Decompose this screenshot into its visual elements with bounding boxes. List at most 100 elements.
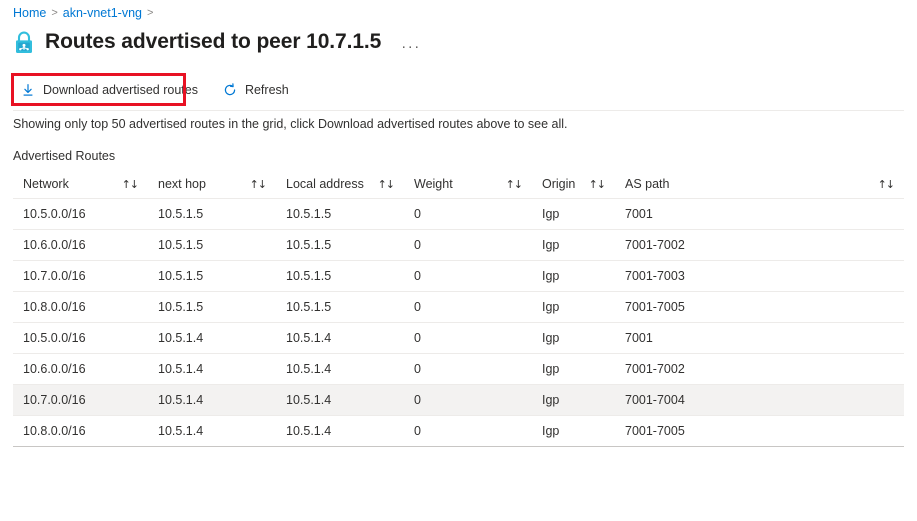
cell-local_address: 10.5.1.5 xyxy=(276,260,404,292)
cell-as_path: 7001-7004 xyxy=(615,384,815,416)
table-row[interactable]: 10.5.0.0/16 10.5.1.4 10.5.1.4 0 Igp 7001 xyxy=(13,322,904,354)
column-header-weight[interactable]: Weight ↑↓ xyxy=(404,170,532,199)
column-header-local-address-label: Local address xyxy=(286,177,364,191)
cell-as_path: 7001 xyxy=(615,322,815,354)
cell-weight: 0 xyxy=(404,322,532,354)
table-row[interactable]: 10.6.0.0/16 10.5.1.4 10.5.1.4 0 Igp 7001-7002 xyxy=(13,353,904,385)
cell-next_hop: 10.5.1.4 xyxy=(148,353,276,385)
cell-next_hop: 10.5.1.5 xyxy=(148,291,276,323)
cell-origin: Igp xyxy=(532,353,615,385)
cell-next_hop: 10.5.1.4 xyxy=(148,322,276,354)
cell-spacer xyxy=(815,291,904,323)
cell-local_address: 10.5.1.5 xyxy=(276,291,404,323)
cell-origin: Igp xyxy=(532,198,615,230)
command-bar: Download advertised routes Refresh xyxy=(13,78,917,102)
sort-arrows-icon-as-path: ↑↓ xyxy=(877,177,895,191)
table-row[interactable]: 10.7.0.0/16 10.5.1.5 10.5.1.5 0 Igp 7001-7003 xyxy=(13,260,904,292)
cell-network: 10.8.0.0/16 xyxy=(13,291,148,323)
breadcrumb-separator-icon-2: > xyxy=(147,7,154,19)
cell-local_address: 10.5.1.4 xyxy=(276,415,404,447)
refresh-button[interactable]: Refresh xyxy=(215,78,299,102)
column-header-origin-label: Origin xyxy=(542,177,576,191)
cell-local_address: 10.5.1.4 xyxy=(276,384,404,416)
cell-weight: 0 xyxy=(404,198,532,230)
table-row[interactable]: 10.8.0.0/16 10.5.1.5 10.5.1.5 0 Igp 7001-7005 xyxy=(13,291,904,323)
breadcrumb: Home > akn-vnet1-vng > xyxy=(13,5,153,21)
column-header-network-label: Network xyxy=(23,177,69,191)
cell-network: 10.7.0.0/16 xyxy=(13,260,148,292)
cell-local_address: 10.5.1.4 xyxy=(276,322,404,354)
cell-as_path: 7001-7002 xyxy=(615,229,815,261)
cell-weight: 0 xyxy=(404,291,532,323)
sort-arrows-icon-weight: ↑↓ xyxy=(505,177,523,191)
more-options-icon[interactable]: ··· xyxy=(401,39,421,57)
column-header-next-hop-label: next hop xyxy=(158,177,206,191)
cell-spacer xyxy=(815,198,904,230)
table-row[interactable]: 10.6.0.0/16 10.5.1.5 10.5.1.5 0 Igp 7001-7002 xyxy=(13,229,904,261)
table-row[interactable]: 10.7.0.0/16 10.5.1.4 10.5.1.4 0 Igp 7001-7004 xyxy=(13,384,904,416)
cell-origin: Igp xyxy=(532,291,615,323)
download-advertised-routes-button[interactable]: Download advertised routes xyxy=(13,78,208,102)
cell-as_path: 7001-7005 xyxy=(615,415,815,447)
cell-origin: Igp xyxy=(532,384,615,416)
refresh-label: Refresh xyxy=(244,83,289,97)
cell-network: 10.6.0.0/16 xyxy=(13,353,148,385)
cell-local_address: 10.5.1.5 xyxy=(276,229,404,261)
section-label-advertised-routes: Advertised Routes xyxy=(13,149,116,163)
column-header-network[interactable]: Network ↑↓ xyxy=(13,170,148,199)
cell-spacer xyxy=(815,353,904,385)
column-header-next-hop[interactable]: next hop ↑↓ xyxy=(148,170,276,199)
column-header-as-path[interactable]: AS path xyxy=(615,170,815,199)
table-row[interactable]: 10.5.0.0/16 10.5.1.5 10.5.1.5 0 Igp 7001 xyxy=(13,198,904,230)
cell-spacer xyxy=(815,415,904,447)
cell-spacer xyxy=(815,384,904,416)
cell-weight: 0 xyxy=(404,353,532,385)
column-header-as-path-label: AS path xyxy=(625,177,670,191)
cell-spacer xyxy=(815,260,904,292)
download-icon xyxy=(21,83,35,97)
cell-weight: 0 xyxy=(404,415,532,447)
column-header-local-address[interactable]: Local address ↑↓ xyxy=(276,170,404,199)
sort-arrows-icon-next-hop: ↑↓ xyxy=(249,177,267,191)
table-body: 10.5.0.0/16 10.5.1.5 10.5.1.5 0 Igp 7001 10.6.… xyxy=(13,198,904,447)
cell-spacer xyxy=(815,322,904,354)
table-header-row: Network ↑↓ next hop ↑↓ Local address ↑↓ … xyxy=(13,170,904,199)
cell-network: 10.5.0.0/16 xyxy=(13,322,148,354)
vpn-gateway-lock-icon xyxy=(13,31,35,55)
cell-origin: Igp xyxy=(532,260,615,292)
cell-next_hop: 10.5.1.4 xyxy=(148,415,276,447)
cell-next_hop: 10.5.1.4 xyxy=(148,384,276,416)
cell-as_path: 7001-7003 xyxy=(615,260,815,292)
cell-network: 10.8.0.0/16 xyxy=(13,415,148,447)
advertised-routes-table: Network ↑↓ next hop ↑↓ Local address ↑↓ … xyxy=(13,170,904,447)
info-text: Showing only top 50 advertised routes in… xyxy=(13,117,568,131)
refresh-icon xyxy=(223,83,237,97)
sort-arrows-icon-origin: ↑↓ xyxy=(588,177,606,191)
cell-next_hop: 10.5.1.5 xyxy=(148,198,276,230)
breadcrumb-item-home[interactable]: Home xyxy=(13,5,46,21)
column-header-origin[interactable]: Origin ↑↓ xyxy=(532,170,615,199)
cell-next_hop: 10.5.1.5 xyxy=(148,229,276,261)
sort-arrows-icon-local-address: ↑↓ xyxy=(377,177,395,191)
download-advertised-routes-label: Download advertised routes xyxy=(43,83,198,97)
cell-local_address: 10.5.1.4 xyxy=(276,353,404,385)
cell-network: 10.6.0.0/16 xyxy=(13,229,148,261)
cell-origin: Igp xyxy=(532,415,615,447)
breadcrumb-item-akn-vnet1-vng[interactable]: akn-vnet1-vng xyxy=(63,5,142,21)
cell-origin: Igp xyxy=(532,322,615,354)
cell-next_hop: 10.5.1.5 xyxy=(148,260,276,292)
column-header-weight-label: Weight xyxy=(414,177,453,191)
cell-spacer xyxy=(815,229,904,261)
command-bar-divider xyxy=(13,110,904,111)
sort-arrows-icon-network: ↑↓ xyxy=(121,177,139,191)
cell-network: 10.7.0.0/16 xyxy=(13,384,148,416)
cell-weight: 0 xyxy=(404,260,532,292)
page-header: Routes advertised to peer 10.7.1.5 ··· xyxy=(13,27,421,57)
cell-as_path: 7001 xyxy=(615,198,815,230)
cell-weight: 0 xyxy=(404,384,532,416)
cell-as_path: 7001-7002 xyxy=(615,353,815,385)
column-header-spacer[interactable]: ↑↓ xyxy=(815,170,904,199)
cell-weight: 0 xyxy=(404,229,532,261)
table-row[interactable]: 10.8.0.0/16 10.5.1.4 10.5.1.4 0 Igp 7001-7005 xyxy=(13,415,904,447)
cell-local_address: 10.5.1.5 xyxy=(276,198,404,230)
